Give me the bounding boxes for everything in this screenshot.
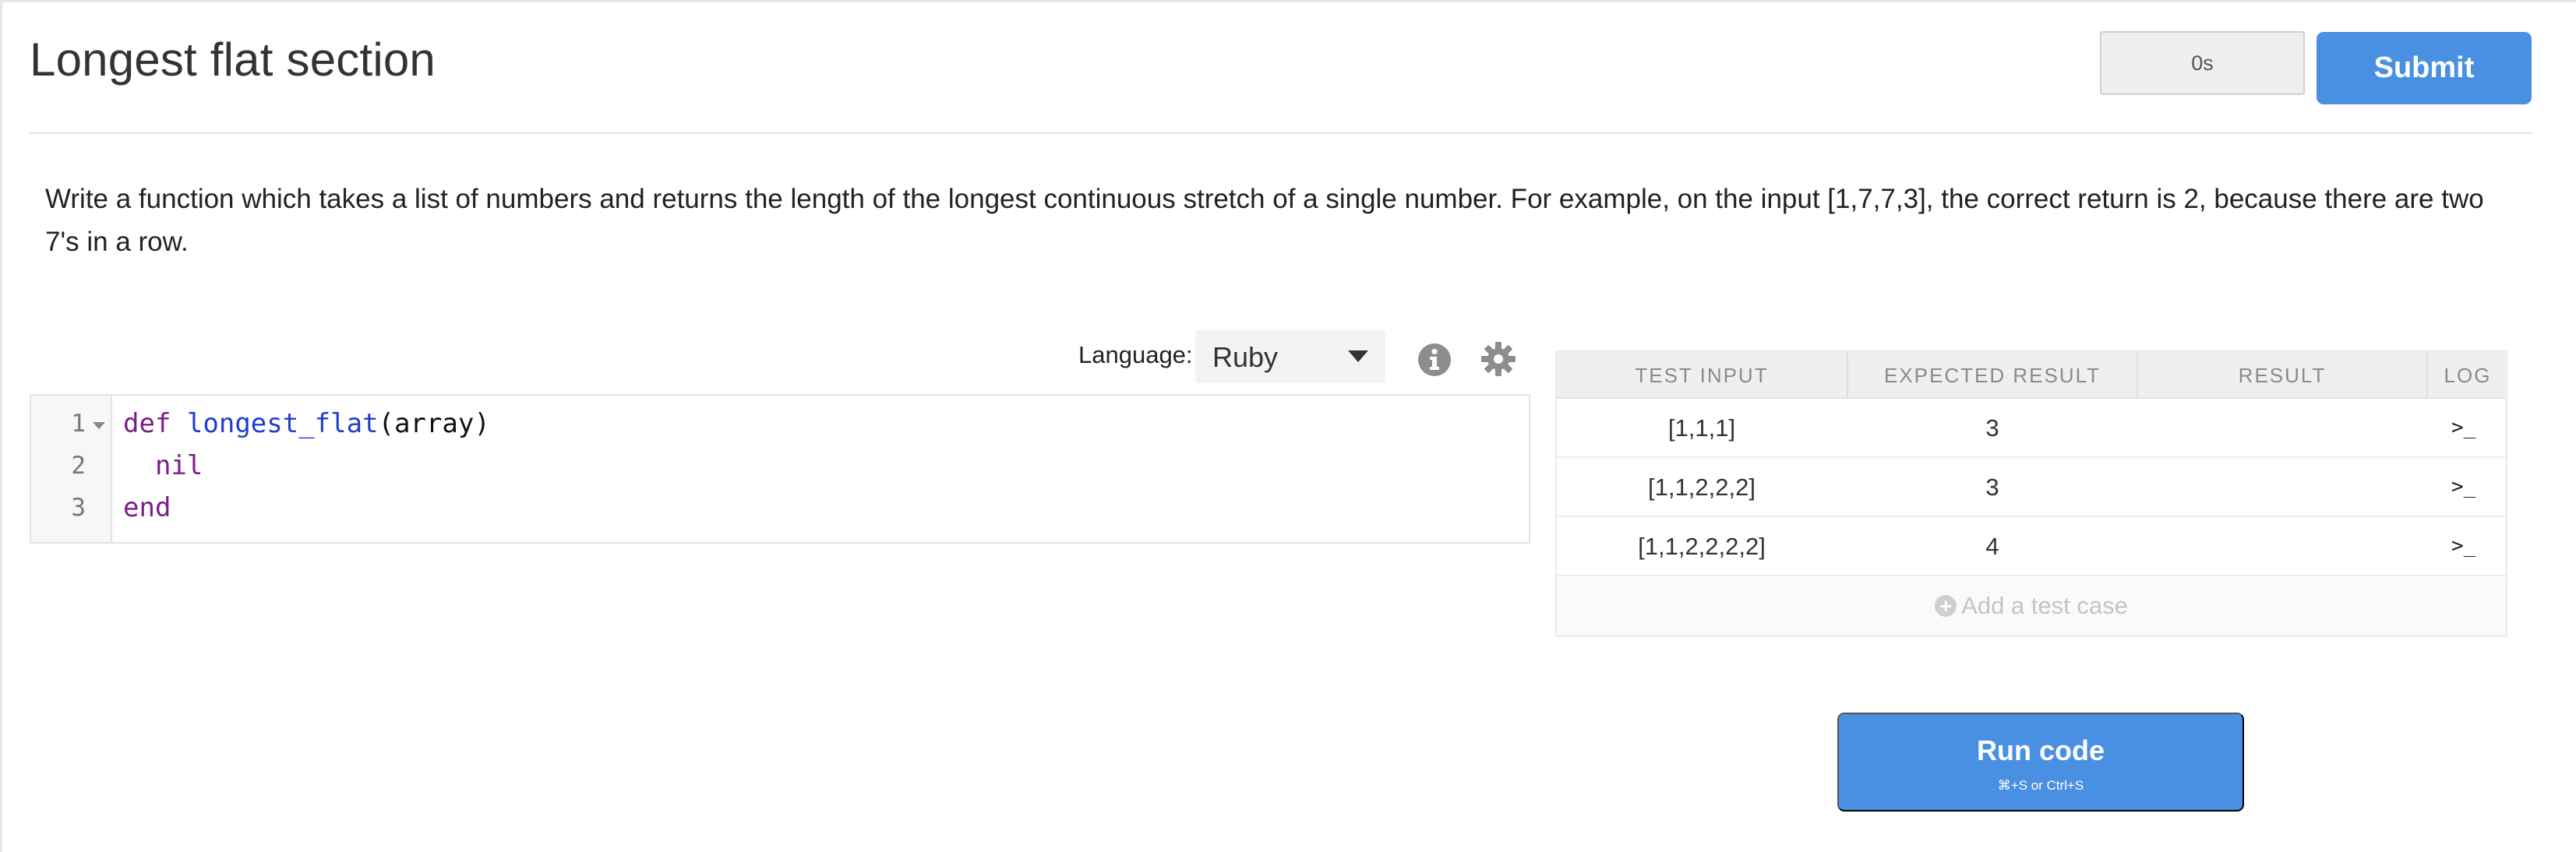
test-input-cell[interactable]: [1,1,1]	[1557, 399, 1847, 458]
test-input-cell[interactable]: [1,1,2,2,2,2]	[1557, 517, 1847, 576]
terminal-icon[interactable]: >_	[2451, 416, 2475, 439]
column-header-log: LOG	[2444, 363, 2492, 387]
header-divider	[30, 132, 2532, 134]
info-icon[interactable]	[1417, 343, 1452, 377]
problem-description: Write a function which takes a list of n…	[45, 184, 2484, 257]
expected-result-cell[interactable]: 3	[1848, 399, 2137, 458]
column-header-result: RESULT	[2238, 363, 2327, 387]
code-editor[interactable]: 1 2 3 def longest_flat(array) nil end	[30, 394, 1530, 544]
code-keyword: end	[123, 492, 171, 523]
page-title: Longest flat section	[30, 33, 436, 86]
gear-icon[interactable]	[1480, 341, 1516, 377]
line-number: 2	[71, 452, 86, 480]
line-number: 1	[71, 410, 86, 438]
code-line[interactable]: nil	[123, 450, 203, 481]
line-number: 3	[71, 494, 86, 522]
expected-result-cell[interactable]: 3	[1848, 458, 2137, 517]
expected-result-cell[interactable]: 4	[1848, 517, 2137, 576]
timer-display: 0s	[2100, 31, 2305, 95]
code-line[interactable]: end	[123, 492, 171, 523]
column-header-expected-result: EXPECTED RESULT	[1883, 363, 2101, 387]
result-cell	[2138, 517, 2426, 576]
language-selected-value: Ruby	[1212, 341, 1279, 373]
submit-button[interactable]: Submit	[2317, 32, 2532, 104]
code-function-name: longest_flat	[186, 408, 379, 439]
column-header-test-input: TEST INPUT	[1635, 363, 1769, 387]
table-header: TEST INPUT EXPECTED RESULT RESULT LOG	[1557, 352, 2506, 399]
plus-circle-icon: +	[1935, 595, 1957, 617]
run-code-button[interactable]: Run code ⌘+S or Ctrl+S	[1837, 713, 2244, 812]
test-cases-table: TEST INPUT EXPECTED RESULT RESULT LOG [1…	[1555, 350, 2507, 637]
add-test-case-label: Add a test case	[1961, 592, 2128, 619]
terminal-icon[interactable]: >_	[2451, 534, 2475, 558]
table-row: [1,1,2,2,2] 3 >_	[1557, 458, 2506, 517]
code-keyword: nil	[154, 450, 203, 481]
code-params: (array)	[378, 408, 490, 439]
terminal-icon[interactable]: >_	[2451, 475, 2475, 498]
table-row: [1,1,1] 3 >_	[1557, 399, 2506, 458]
result-cell	[2138, 458, 2426, 517]
run-code-label: Run code	[1976, 734, 2105, 766]
test-input-cell[interactable]: [1,1,2,2,2]	[1557, 458, 1847, 517]
add-test-case-button[interactable]: + Add a test case	[1557, 576, 2506, 635]
run-code-shortcut-hint: ⌘+S or Ctrl+S	[1997, 778, 2084, 793]
code-keyword: def	[123, 408, 171, 439]
result-cell	[2138, 399, 2426, 458]
fold-caret-icon[interactable]	[93, 422, 105, 429]
line-number-gutter: 1 2 3	[31, 396, 112, 542]
chevron-down-icon	[1348, 350, 1368, 362]
language-label: Language:	[1078, 341, 1193, 368]
table-row: [1,1,2,2,2,2] 4 >_	[1557, 517, 2506, 576]
code-line[interactable]: def longest_flat(array)	[123, 408, 490, 439]
language-select[interactable]: Ruby	[1195, 330, 1385, 383]
